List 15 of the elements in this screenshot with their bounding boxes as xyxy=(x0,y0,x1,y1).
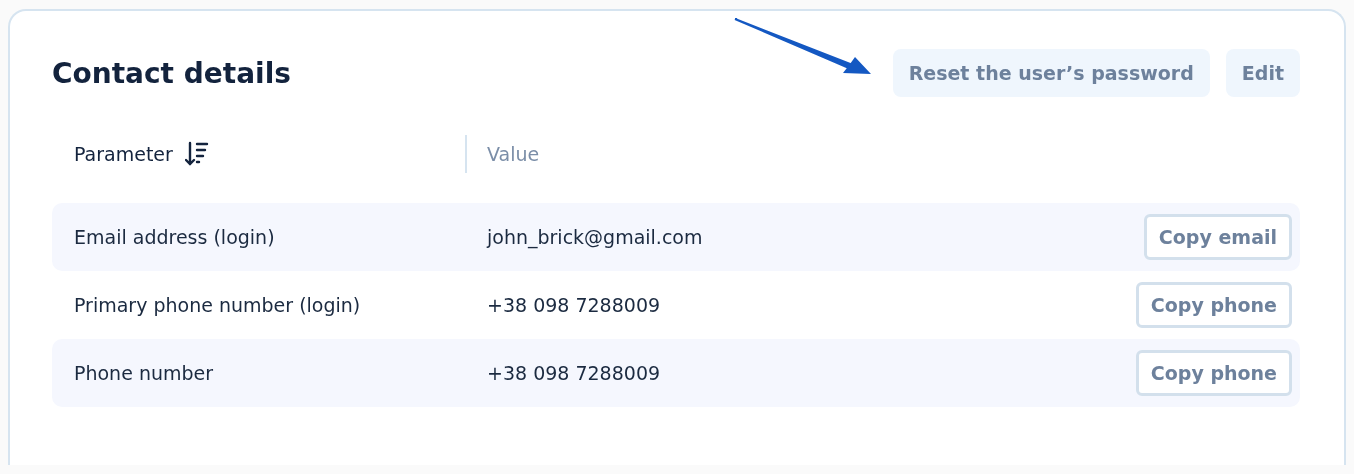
card-title: Contact details xyxy=(52,56,291,90)
copy-button[interactable]: Copy email xyxy=(1143,214,1292,260)
copy-button[interactable]: Copy phone xyxy=(1135,282,1292,328)
table-cell-text: Email address (login) xyxy=(74,226,276,248)
table-cell-text: Primary phone number (login) xyxy=(74,294,362,316)
edit-button[interactable]: Edit xyxy=(1225,49,1300,97)
table-cell-text: Phone number xyxy=(74,362,215,384)
copy-button[interactable]: Copy phone xyxy=(1135,350,1292,396)
sort-icon[interactable] xyxy=(184,141,209,167)
reset-password-button[interactable]: Reset the user’s password xyxy=(892,49,1210,97)
column-header: Value xyxy=(487,143,540,165)
table-cell-text: john_brick@gmail.com xyxy=(487,226,704,248)
column-header: Parameter xyxy=(74,143,173,165)
table-cell-text: +38 098 7288009 xyxy=(487,362,662,384)
table-cell-text: +38 098 7288009 xyxy=(487,294,662,316)
